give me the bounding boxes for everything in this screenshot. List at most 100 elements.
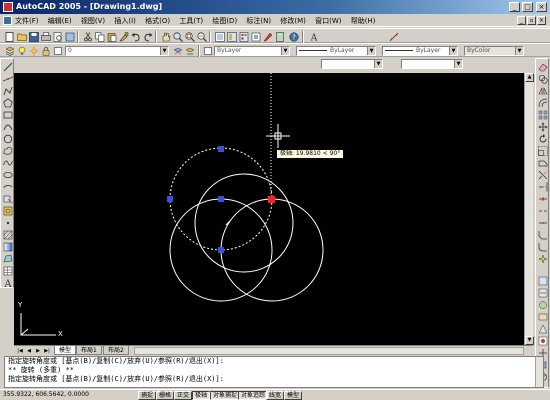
- extra-tool-icon[interactable]: [537, 311, 548, 322]
- tab-layout2[interactable]: 布局2: [103, 346, 129, 355]
- break-at-point-icon[interactable]: [537, 193, 548, 204]
- extra-tool-icon[interactable]: [537, 287, 548, 298]
- pan-icon[interactable]: [160, 31, 171, 42]
- command-scrollbar[interactable]: [535, 357, 543, 387]
- layer-manager-icon[interactable]: [4, 45, 15, 56]
- color-swatch-icon[interactable]: [202, 45, 213, 56]
- extra-tool-icon[interactable]: [537, 275, 548, 286]
- grid-toggle[interactable]: 栅格: [156, 391, 175, 400]
- coordinate-readout[interactable]: 355.9322, 606.5642, 0.0000: [3, 391, 89, 398]
- gradient-icon[interactable]: [2, 241, 13, 252]
- move-icon[interactable]: [537, 121, 548, 132]
- scale-icon[interactable]: [537, 145, 548, 156]
- layer-previous-icon[interactable]: [184, 45, 195, 56]
- save-icon[interactable]: [28, 31, 39, 42]
- make-layer-current-icon[interactable]: [172, 45, 183, 56]
- title-bar[interactable]: AutoCAD 2005 - [Drawing1.dwg] _ □ ×: [0, 0, 550, 14]
- construction-line-icon[interactable]: [2, 73, 13, 84]
- layer-combo[interactable]: 0 ▼: [65, 46, 169, 56]
- menu-file[interactable]: 文件(F): [15, 16, 39, 26]
- menu-dimension[interactable]: 标注(N): [246, 16, 271, 26]
- fillet-icon[interactable]: [537, 241, 548, 252]
- spline-icon[interactable]: [2, 157, 13, 168]
- prev-tab-button[interactable]: ◀: [25, 347, 33, 355]
- publish-icon[interactable]: [64, 31, 75, 42]
- extra-tool-icon[interactable]: [537, 299, 548, 310]
- horizontal-scrollbar[interactable]: [134, 347, 524, 355]
- command-line-3[interactable]: 指定旋转角度或 [基点(B)/复制(C)/放弃(U)/参照(R)/退出(X)]:: [8, 375, 543, 384]
- plotstyle-combo[interactable]: ByColor ▼: [464, 46, 524, 56]
- sun-freeze-icon[interactable]: [28, 45, 39, 56]
- chamfer-icon[interactable]: [537, 229, 548, 240]
- first-tab-button[interactable]: |◀: [16, 347, 24, 355]
- arc-icon[interactable]: [2, 121, 13, 132]
- markup-icon[interactable]: [262, 31, 273, 42]
- menu-help[interactable]: 帮助(H): [351, 16, 376, 26]
- polar-toggle[interactable]: 极轴: [192, 391, 211, 400]
- line-icon[interactable]: [2, 61, 13, 72]
- sheetset-icon[interactable]: [250, 31, 261, 42]
- point-icon[interactable]: [2, 217, 13, 228]
- scroll-up-button[interactable]: ▲: [525, 73, 534, 82]
- paste-icon[interactable]: [106, 31, 117, 42]
- revision-cloud-icon[interactable]: [2, 145, 13, 156]
- explode-icon[interactable]: [537, 253, 548, 264]
- cut-icon[interactable]: [82, 31, 93, 42]
- open-icon[interactable]: [16, 31, 27, 42]
- circle-icon[interactable]: [2, 133, 13, 144]
- menu-window[interactable]: 窗口(W): [315, 16, 341, 26]
- text-style-combo[interactable]: ▼: [321, 59, 383, 69]
- make-block-icon[interactable]: [2, 205, 13, 216]
- lineweight-toggle[interactable]: 线宽: [266, 391, 285, 400]
- minimize-button[interactable]: _: [509, 2, 520, 12]
- break-icon[interactable]: [537, 205, 548, 216]
- tab-model[interactable]: 模型: [54, 346, 77, 355]
- snap-toggle[interactable]: 捕捉: [138, 391, 157, 400]
- table-icon[interactable]: [2, 265, 13, 276]
- linetype-combo[interactable]: ByLayer ▼: [296, 46, 376, 56]
- extend-icon[interactable]: [537, 181, 548, 192]
- copy-icon[interactable]: [94, 31, 105, 42]
- redo-icon[interactable]: [142, 31, 153, 42]
- plot-icon[interactable]: [40, 31, 51, 42]
- autocad-app-icon[interactable]: [3, 2, 13, 12]
- offset-icon[interactable]: [537, 97, 548, 108]
- menu-format[interactable]: 格式(O): [145, 16, 170, 26]
- lineweight-combo[interactable]: ByLayer ▼: [382, 46, 458, 56]
- next-tab-button[interactable]: ▶: [34, 347, 42, 355]
- lightbulb-icon[interactable]: [16, 45, 27, 56]
- polyline-icon[interactable]: [2, 85, 13, 96]
- doc-restore-button[interactable]: ▫: [527, 16, 536, 25]
- help-icon[interactable]: ?: [288, 31, 299, 42]
- join-icon[interactable]: [537, 217, 548, 228]
- command-window[interactable]: 指定旋转角度或 [基点(B)/复制(C)/放弃(U)/参照(R)/退出(X)]:…: [4, 356, 544, 388]
- zoom-previous-icon[interactable]: [196, 31, 207, 42]
- undo-icon[interactable]: [130, 31, 141, 42]
- calculator-icon[interactable]: [274, 31, 285, 42]
- tab-layout1[interactable]: 布局1: [76, 346, 102, 355]
- rectangle-icon[interactable]: [2, 109, 13, 120]
- extra-tool-icon[interactable]: [537, 323, 548, 334]
- drawing-canvas[interactable]: 极轴: 19.9810 < 90° Y X: [14, 73, 524, 345]
- vertical-scrollbar[interactable]: ▲ ▼: [524, 73, 534, 345]
- ortho-toggle[interactable]: 正交: [174, 391, 193, 400]
- zoom-window-icon[interactable]: [184, 31, 195, 42]
- menu-insert[interactable]: 插入(I): [114, 16, 136, 26]
- mirror-icon[interactable]: [537, 85, 548, 96]
- ellipse-arc-icon[interactable]: [2, 181, 13, 192]
- menu-draw[interactable]: 绘图(D): [212, 16, 237, 26]
- rotate-icon[interactable]: [537, 133, 548, 144]
- model-toggle[interactable]: 模型: [284, 391, 303, 400]
- scroll-down-button[interactable]: ▼: [525, 336, 534, 345]
- stretch-icon[interactable]: [537, 157, 548, 168]
- region-icon[interactable]: [2, 253, 13, 264]
- doc-minimize-button[interactable]: _: [517, 16, 526, 25]
- new-icon[interactable]: [4, 31, 15, 42]
- ellipse-icon[interactable]: [2, 169, 13, 180]
- plot-preview-icon[interactable]: [52, 31, 63, 42]
- zoom-realtime-icon[interactable]: [172, 31, 183, 42]
- menu-edit[interactable]: 编辑(E): [48, 16, 72, 26]
- doc-close-button[interactable]: ×: [537, 16, 546, 25]
- layer-color-icon[interactable]: [52, 45, 63, 56]
- maximize-button[interactable]: □: [522, 2, 533, 12]
